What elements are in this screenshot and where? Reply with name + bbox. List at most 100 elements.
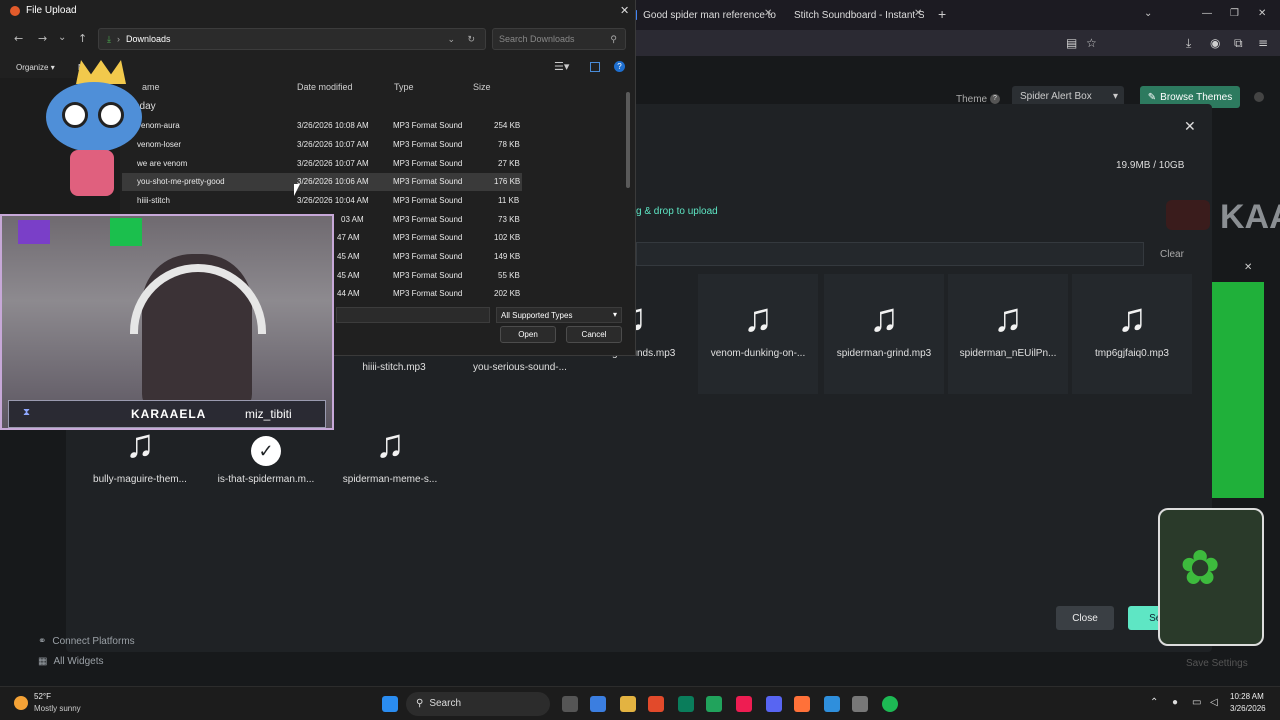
back-arrow-icon[interactable]: ← xyxy=(14,32,23,45)
up-arrow-icon[interactable]: ↑ xyxy=(78,32,87,45)
connect-platforms-label: Connect Platforms xyxy=(52,636,135,647)
streamer-name: KARAAELA xyxy=(131,407,207,421)
copilot-icon[interactable] xyxy=(590,696,606,712)
extensions-icon[interactable]: ⧉ xyxy=(1234,36,1243,51)
file-name: hiiii-stitch.mp3 xyxy=(362,362,426,373)
streamer-app-icon[interactable] xyxy=(706,696,722,712)
app-icon[interactable] xyxy=(824,696,840,712)
download-icon[interactable]: ⤓ xyxy=(1186,36,1191,51)
file-name: venom-dunking-on-... xyxy=(710,348,806,359)
windows-start-icon[interactable] xyxy=(382,696,398,712)
row-type: MP3 Format Sound xyxy=(393,121,463,130)
youtube-icon xyxy=(1166,200,1210,230)
discord-icon[interactable] xyxy=(766,696,782,712)
file-explorer-icon[interactable] xyxy=(620,696,636,712)
column-type[interactable]: Type xyxy=(394,82,414,92)
preview-pane-icon[interactable] xyxy=(590,62,600,72)
column-size[interactable]: Size xyxy=(473,82,491,92)
filename-input[interactable] xyxy=(336,307,490,323)
tray-chevron-icon[interactable]: ⌃ xyxy=(1150,697,1158,708)
file-row[interactable]: hiiii-stitch 3/26/2026 10:04 AM MP3 Format… xyxy=(122,192,522,210)
weather-desc[interactable]: Mostly sunny xyxy=(34,704,81,713)
connect-platforms-link[interactable]: ⚭ Connect Platforms xyxy=(38,636,135,647)
tiktok-icon[interactable] xyxy=(736,696,752,712)
dialog-close-icon[interactable]: ✕ xyxy=(620,4,629,17)
minimize-icon[interactable]: — xyxy=(1202,8,1212,19)
address-bar[interactable]: ⤓ › Downloads ⌄ ↻ xyxy=(98,28,486,50)
firefox-icon[interactable] xyxy=(794,696,810,712)
address-dropdown-icon[interactable]: ⌄ xyxy=(447,34,455,45)
file-row[interactable]: venom-loser 3/26/2026 10:07 AM MP3 Format … xyxy=(122,136,522,154)
help-icon[interactable]: ? xyxy=(614,61,625,72)
brush-icon: ✎ xyxy=(1147,91,1157,103)
all-widgets-link[interactable]: ▦ All Widgets xyxy=(38,656,103,667)
taskbar-search-box[interactable]: ⚲ Search xyxy=(406,692,550,716)
spotify-icon[interactable] xyxy=(882,696,898,712)
task-view-icon[interactable] xyxy=(562,696,578,712)
tab-spiderman[interactable]: Good spider man reference to xyxy=(636,4,776,26)
refresh-icon[interactable]: ↻ xyxy=(467,34,475,45)
star-icon[interactable]: ☆ xyxy=(1086,36,1097,50)
tab-close-icon[interactable]: ✕ xyxy=(764,8,772,19)
row-date: 3/26/2026 10:08 AM xyxy=(297,121,369,130)
row-date: 3/26/2026 10:04 AM xyxy=(297,196,369,205)
firefox-icon xyxy=(10,6,20,16)
cancel-button[interactable]: Cancel xyxy=(566,326,622,343)
store-icon[interactable] xyxy=(678,696,694,712)
row-date: 3/26/2026 10:06 AM xyxy=(297,177,369,186)
file-card[interactable]: ♫ spiderman-grind.mp3 xyxy=(824,274,944,394)
plus-icon[interactable]: + xyxy=(938,6,946,22)
search-media-input[interactable] xyxy=(636,242,1144,266)
file-row-selected[interactable]: you-shot-me-pretty-good 3/26/2026 10:06 A… xyxy=(122,173,522,191)
open-button[interactable]: Open xyxy=(500,326,556,343)
browser-tab-strip: Good spider man reference to ✕ Stitch So… xyxy=(636,0,1280,30)
close-button[interactable]: Close xyxy=(1056,606,1114,630)
file-type-select[interactable]: All Supported Types ▾ xyxy=(496,307,622,323)
volume-icon[interactable]: ◁ xyxy=(1210,697,1218,708)
info-icon[interactable]: ? xyxy=(990,94,1000,104)
file-row[interactable]: venom-aura 3/26/2026 10:08 AM MP3 Format S… xyxy=(122,117,522,135)
modal-close-icon[interactable]: ✕ xyxy=(1184,118,1196,135)
dialog-scrollbar[interactable] xyxy=(626,92,630,188)
tab-close-icon[interactable]: ✕ xyxy=(914,8,922,19)
row-size: 11 KB xyxy=(498,196,520,205)
file-card[interactable]: ♫ venom-dunking-on-... xyxy=(698,274,818,394)
weather-temp[interactable]: 52°F xyxy=(34,692,51,701)
search-downloads-input[interactable]: Search Downloads ⚲ xyxy=(492,28,626,50)
menu-icon[interactable]: ≡ xyxy=(1258,36,1268,50)
close-icon[interactable]: ✕ xyxy=(1244,262,1252,273)
account-icon[interactable]: ◉ xyxy=(1210,36,1220,50)
file-card[interactable]: ♫ spiderman_nEUilPn... xyxy=(948,274,1068,394)
clear-button[interactable]: Clear xyxy=(1152,242,1192,266)
file-card[interactable]: ♫ spiderman-meme-s... xyxy=(330,400,450,520)
clock-date[interactable]: 3/26/2026 xyxy=(1230,704,1266,713)
file-row[interactable]: we are venom 3/26/2026 10:07 AM MP3 Format… xyxy=(122,155,522,173)
weather-sun-icon xyxy=(14,696,28,710)
reader-icon[interactable]: ▤ xyxy=(1066,36,1077,50)
file-card[interactable]: ♫ tmp6gjfaiq0.mp3 xyxy=(1072,274,1192,394)
column-date[interactable]: Date modified xyxy=(297,82,353,92)
maximize-icon[interactable]: ❐ xyxy=(1230,8,1239,19)
network-icon[interactable]: ▭ xyxy=(1192,697,1201,708)
promo-text: KAA xyxy=(1220,198,1280,236)
row-size: 73 KB xyxy=(498,215,520,224)
breadcrumb-downloads[interactable]: Downloads xyxy=(126,34,171,44)
help-icon[interactable] xyxy=(1254,92,1264,102)
save-settings-button[interactable]: Save Settings xyxy=(1186,658,1248,669)
tab-stitch[interactable]: Stitch Soundboard - Instant Sc xyxy=(788,4,924,26)
clock-time[interactable]: 10:28 AM xyxy=(1230,692,1264,701)
tab-list-chevron-icon[interactable]: ⌄ xyxy=(1144,8,1152,19)
recent-chevron-icon[interactable]: ⌄ xyxy=(58,32,66,43)
forward-arrow-icon[interactable]: → xyxy=(38,32,47,45)
settings-icon[interactable] xyxy=(852,696,868,712)
dialog-titlebar: File Upload xyxy=(0,0,636,22)
dialog-title: File Upload xyxy=(26,5,77,16)
mic-icon[interactable]: ● xyxy=(1172,697,1178,708)
view-options-icon[interactable]: ☰▾ xyxy=(554,60,569,73)
brave-icon[interactable] xyxy=(648,696,664,712)
window-close-icon[interactable]: ✕ xyxy=(1258,8,1266,19)
file-name: spiderman_nEUilPn... xyxy=(959,348,1057,359)
drop-upload-text[interactable]: g & drop to upload xyxy=(636,206,718,217)
row-type: MP3 Format Sound xyxy=(393,271,463,280)
theme-select-value: Spider Alert Box xyxy=(1020,91,1092,102)
